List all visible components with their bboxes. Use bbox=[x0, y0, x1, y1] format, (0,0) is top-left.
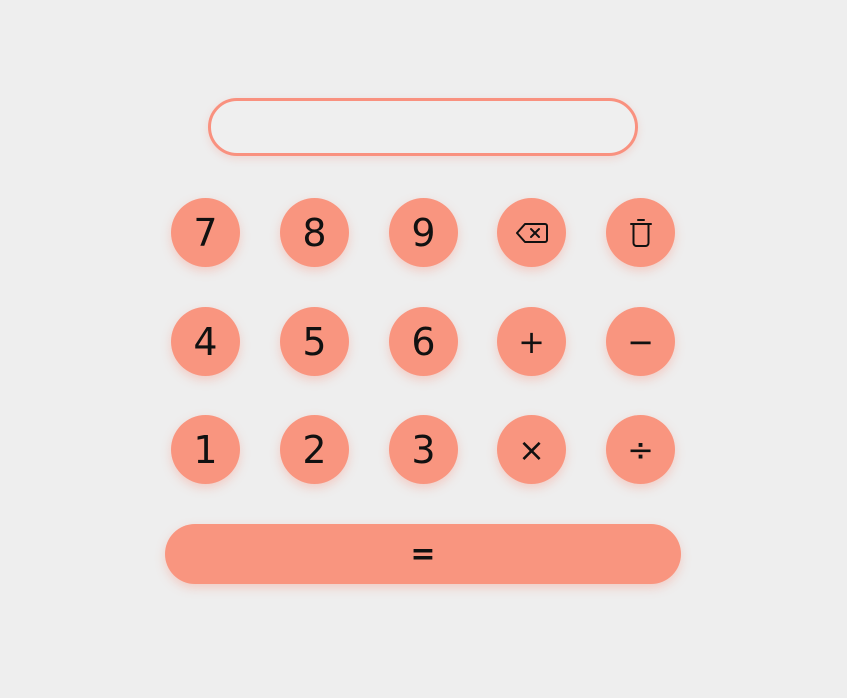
key-1-label: 1 bbox=[193, 427, 218, 472]
minus-button[interactable]: − bbox=[606, 307, 675, 376]
key-1-button[interactable]: 1 bbox=[171, 415, 240, 484]
trash-icon bbox=[629, 218, 653, 248]
backspace-button[interactable] bbox=[497, 198, 566, 267]
calculator: 7 8 9 4 5 6 + − 1 2 3 × ÷ = bbox=[0, 0, 847, 698]
key-2-button[interactable]: 2 bbox=[280, 415, 349, 484]
key-6-label: 6 bbox=[411, 319, 436, 364]
key-8-button[interactable]: 8 bbox=[280, 198, 349, 267]
key-4-button[interactable]: 4 bbox=[171, 307, 240, 376]
key-7-label: 7 bbox=[193, 210, 218, 255]
key-5-button[interactable]: 5 bbox=[280, 307, 349, 376]
key-2-label: 2 bbox=[302, 427, 327, 472]
clear-button[interactable] bbox=[606, 198, 675, 267]
divide-button[interactable]: ÷ bbox=[606, 415, 675, 484]
key-3-button[interactable]: 3 bbox=[389, 415, 458, 484]
equals-button[interactable]: = bbox=[165, 524, 681, 584]
key-9-button[interactable]: 9 bbox=[389, 198, 458, 267]
display-input[interactable] bbox=[208, 98, 638, 156]
key-8-label: 8 bbox=[302, 210, 327, 255]
key-6-button[interactable]: 6 bbox=[389, 307, 458, 376]
equals-label: = bbox=[410, 536, 436, 572]
plus-button[interactable]: + bbox=[497, 307, 566, 376]
key-9-label: 9 bbox=[411, 210, 436, 255]
key-7-button[interactable]: 7 bbox=[171, 198, 240, 267]
key-3-label: 3 bbox=[411, 427, 436, 472]
key-5-label: 5 bbox=[302, 319, 327, 364]
multiply-label: × bbox=[518, 430, 545, 469]
key-4-label: 4 bbox=[193, 319, 218, 364]
divide-label: ÷ bbox=[627, 430, 654, 469]
plus-label: + bbox=[518, 322, 545, 361]
minus-label: − bbox=[627, 322, 654, 361]
multiply-button[interactable]: × bbox=[497, 415, 566, 484]
backspace-icon bbox=[515, 222, 548, 244]
